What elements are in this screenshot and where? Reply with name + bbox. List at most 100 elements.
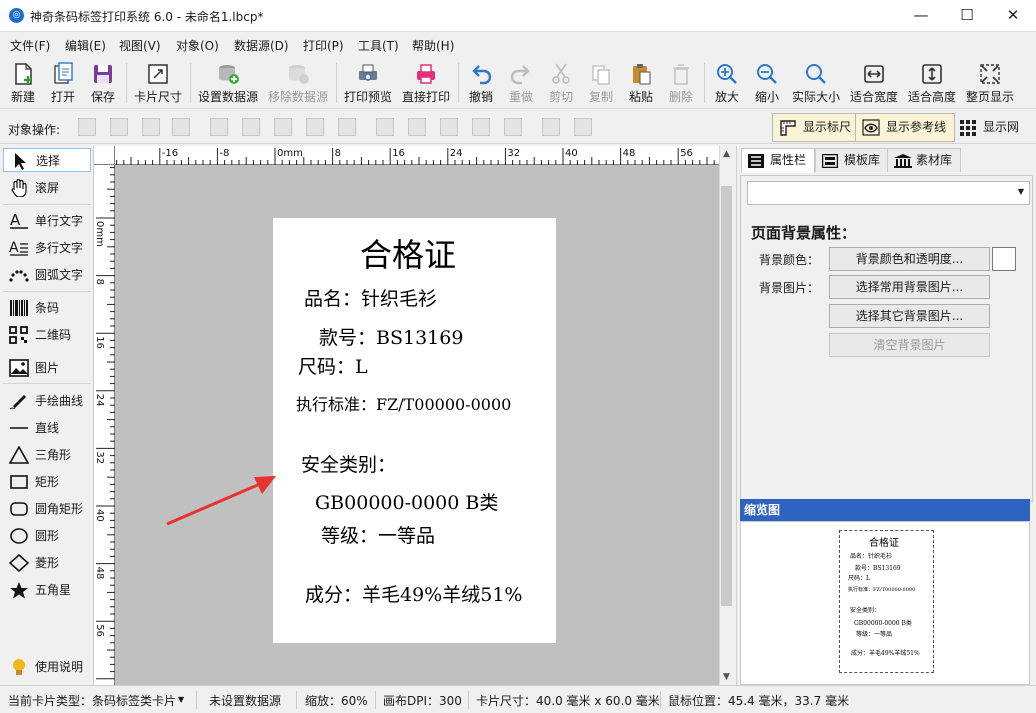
label-safety-category[interactable]: 安全类别： bbox=[301, 450, 396, 477]
menu-datasource[interactable]: 数据源(D) bbox=[234, 37, 289, 54]
tool-select[interactable]: 选择 bbox=[3, 148, 91, 172]
tool-arc-text[interactable]: 圆弧文字 bbox=[3, 263, 91, 287]
label-standard[interactable]: 执行标准：FZ/T00000-0000 bbox=[296, 391, 511, 415]
copy-button[interactable]: 复制 bbox=[584, 60, 618, 106]
layer-top-icon[interactable] bbox=[78, 118, 96, 136]
vertical-ruler[interactable]: 0mm 8 16 24 32 40 48 56 bbox=[94, 165, 115, 685]
zoom-in-button[interactable]: 放大 bbox=[710, 60, 744, 106]
tool-rectangle[interactable]: 矩形 bbox=[3, 470, 91, 494]
remove-datasource-button[interactable]: 移除数据源 bbox=[266, 60, 330, 106]
tool-circle[interactable]: 圆形 bbox=[3, 524, 91, 548]
bg-color-button[interactable]: 背景颜色和透明度... bbox=[829, 247, 990, 271]
tool-scroll[interactable]: 滚屏 bbox=[3, 176, 91, 200]
thumbnail-label[interactable]: 合格证 品名：针织毛衫 款号：BS13169 尺码：L 执行标准：FZ/T000… bbox=[839, 530, 934, 673]
label-product-name[interactable]: 品名：针织毛衫 bbox=[304, 284, 437, 311]
redo-button[interactable]: 重做 bbox=[504, 60, 538, 106]
tool-rounded-rectangle[interactable]: 圆角矩形 bbox=[3, 497, 91, 521]
card-size-button[interactable]: 卡片尺寸 bbox=[132, 60, 184, 106]
card-type-dropdown-icon[interactable]: ▼ bbox=[178, 695, 184, 704]
print-preview-button[interactable]: 打印预览 bbox=[342, 60, 394, 106]
paste-button[interactable]: 粘贴 bbox=[624, 60, 658, 106]
label-size[interactable]: 尺码：L bbox=[298, 352, 368, 379]
common-bg-image-button[interactable]: 选择常用背景图片... bbox=[829, 275, 990, 299]
menu-edit[interactable]: 编辑(E) bbox=[65, 37, 106, 54]
label-safety-code[interactable]: GB00000-0000 B类 bbox=[315, 488, 498, 515]
menu-object[interactable]: 对象(O) bbox=[176, 37, 219, 54]
new-button[interactable]: 新建 bbox=[6, 60, 40, 106]
undo-button[interactable]: 撤销 bbox=[464, 60, 498, 106]
tool-single-line-text[interactable]: A 单行文字 bbox=[3, 209, 91, 233]
close-button[interactable]: ✕ bbox=[990, 0, 1036, 32]
actual-size-button[interactable]: 实际大小 bbox=[790, 60, 842, 106]
status-bar: 当前卡片类型：条码标签类卡片 ▼ 未设置数据源 缩放：60% 画布DPI：300… bbox=[0, 685, 1036, 713]
center-h-icon[interactable] bbox=[338, 118, 356, 136]
toolbar-separator bbox=[126, 63, 127, 103]
tool-freehand[interactable]: 手绘曲线 bbox=[3, 389, 91, 413]
cut-button[interactable]: 剪切 bbox=[544, 60, 578, 106]
align-left-icon[interactable] bbox=[210, 118, 228, 136]
help-button[interactable]: 使用说明 bbox=[3, 655, 91, 679]
show-ruler-toggle[interactable]: 显示标尺 bbox=[772, 113, 861, 142]
label-title[interactable]: 合格证 bbox=[360, 230, 456, 276]
delete-button[interactable]: 删除 bbox=[664, 60, 698, 106]
status-card-type[interactable]: 当前卡片类型：条码标签类卡片 bbox=[8, 692, 176, 709]
maximize-button[interactable]: ☐ bbox=[944, 0, 990, 32]
distribute-v-icon[interactable] bbox=[472, 118, 490, 136]
tool-star[interactable]: 五角星 bbox=[3, 578, 91, 602]
label-composition[interactable]: 成分：羊毛49%羊绒51% bbox=[305, 580, 522, 607]
menu-tools[interactable]: 工具(T) bbox=[358, 37, 399, 54]
layer-bottom-icon[interactable] bbox=[172, 118, 190, 136]
scissors-icon bbox=[549, 62, 573, 86]
tool-line[interactable]: 直线 bbox=[3, 416, 91, 440]
fit-page-button[interactable]: 整页显示 bbox=[964, 60, 1016, 106]
tool-qrcode[interactable]: 二维码 bbox=[3, 323, 91, 347]
layer-up-icon[interactable] bbox=[110, 118, 128, 136]
main-toolbar: 新建 打开 保存 卡片尺寸 设置数据源 移除数据源 打印预览 直接打印 撤销 重… bbox=[0, 57, 1036, 109]
show-guides-toggle[interactable]: 显示参考线 bbox=[855, 113, 956, 142]
fit-width-button[interactable]: 适合宽度 bbox=[848, 60, 900, 106]
tab-properties[interactable]: 属性栏 bbox=[741, 148, 816, 173]
menu-file[interactable]: 文件(F) bbox=[10, 37, 50, 54]
distribute-h-icon[interactable] bbox=[306, 118, 324, 136]
scroll-up-arrow[interactable]: ▲ bbox=[719, 146, 734, 162]
align-center-icon[interactable] bbox=[242, 118, 260, 136]
tool-barcode[interactable]: 条码 bbox=[3, 296, 91, 320]
set-datasource-button[interactable]: 设置数据源 bbox=[196, 60, 260, 106]
tool-multi-line-text[interactable]: A 多行文字 bbox=[3, 236, 91, 260]
clear-bg-image-button[interactable]: 清空背景图片 bbox=[829, 333, 990, 357]
zoom-out-button[interactable]: 缩小 bbox=[750, 60, 784, 106]
save-button[interactable]: 保存 bbox=[86, 60, 120, 106]
label-style-number[interactable]: 款号：BS13169 bbox=[319, 323, 463, 350]
direct-print-button[interactable]: 直接打印 bbox=[400, 60, 452, 106]
center-v-icon[interactable] bbox=[504, 118, 522, 136]
label-grade[interactable]: 等级：一等品 bbox=[321, 521, 435, 548]
menu-help[interactable]: 帮助(H) bbox=[412, 37, 454, 54]
show-grid-toggle[interactable]: 显示网格 bbox=[952, 113, 1036, 161]
minimize-button[interactable]: — bbox=[898, 0, 944, 32]
align-bottom-icon[interactable] bbox=[440, 118, 458, 136]
align-top-icon[interactable] bbox=[376, 118, 394, 136]
open-button[interactable]: 打开 bbox=[46, 60, 80, 106]
other-bg-image-button[interactable]: 选择其它背景图片... bbox=[829, 304, 990, 328]
tool-image[interactable]: 图片 bbox=[3, 356, 91, 380]
group-icon[interactable] bbox=[542, 118, 560, 136]
layer-down-icon[interactable] bbox=[142, 118, 160, 136]
menu-print[interactable]: 打印(P) bbox=[303, 37, 344, 54]
label-card[interactable]: 合格证 品名：针织毛衫 款号：BS13169 尺码：L 执行标准：FZ/T000… bbox=[273, 218, 556, 643]
object-selector-dropdown[interactable]: ▼ bbox=[747, 181, 1030, 205]
tool-separator bbox=[3, 383, 91, 384]
tab-materials[interactable]: 素材库 bbox=[887, 148, 962, 172]
bg-color-swatch[interactable] bbox=[992, 247, 1016, 271]
fit-height-button[interactable]: 适合高度 bbox=[906, 60, 958, 106]
tab-templates[interactable]: 模板库 bbox=[815, 148, 890, 172]
align-right-icon[interactable] bbox=[274, 118, 292, 136]
scroll-down-arrow[interactable]: ▼ bbox=[719, 669, 734, 685]
tool-diamond[interactable]: 菱形 bbox=[3, 551, 91, 575]
menu-view[interactable]: 视图(V) bbox=[119, 37, 161, 54]
scrollbar-thumb[interactable] bbox=[721, 186, 732, 606]
horizontal-ruler[interactable]: -16 -8 0mm 8 16 24 32 40 48 56 bbox=[115, 146, 719, 165]
thumbnail-header: 缩览图 bbox=[740, 499, 1030, 521]
tool-triangle[interactable]: 三角形 bbox=[3, 443, 91, 467]
align-middle-icon[interactable] bbox=[408, 118, 426, 136]
ungroup-icon[interactable] bbox=[574, 118, 592, 136]
